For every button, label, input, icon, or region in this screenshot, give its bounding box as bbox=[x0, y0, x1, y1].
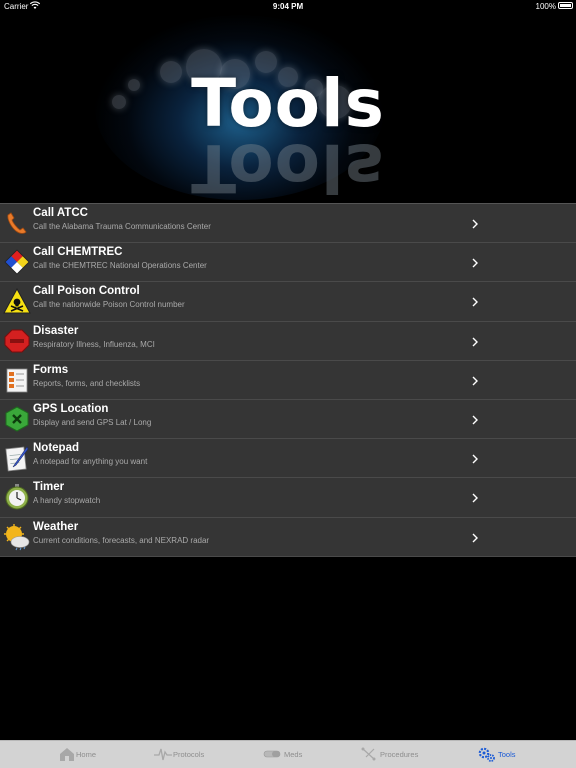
home-icon bbox=[60, 748, 74, 761]
list-item-call-atcc[interactable]: Call ATCC Call the Alabama Trauma Commun… bbox=[0, 204, 576, 244]
list-item-title: Call Poison Control bbox=[33, 285, 140, 298]
list-item-title: Weather bbox=[33, 520, 79, 533]
pill-icon bbox=[263, 750, 281, 758]
chevron-right-icon bbox=[472, 493, 478, 503]
list-item-subtitle: A notepad for anything you want bbox=[33, 457, 148, 467]
chevron-right-icon bbox=[472, 297, 478, 307]
tab-bar: Home Protocols Meds Procedures Tools bbox=[0, 740, 576, 768]
weather-icon bbox=[4, 523, 30, 550]
forms-icon bbox=[6, 368, 28, 393]
list-item-subtitle: Reports, forms, and checklists bbox=[33, 378, 141, 388]
tab-label: Tools bbox=[498, 750, 516, 759]
stopwatch-icon bbox=[5, 484, 29, 510]
list-item-disaster[interactable]: Disaster Respiratory Illness, Influenza,… bbox=[0, 321, 576, 361]
list-item-subtitle: Call the CHEMTREC National Operations Ce… bbox=[33, 261, 207, 271]
list-item-subtitle: Display and send GPS Lat / Long bbox=[33, 417, 152, 427]
battery-icon bbox=[558, 2, 573, 9]
tab-label: Home bbox=[76, 750, 97, 759]
list-item-gps-location[interactable]: GPS Location Display and send GPS Lat / … bbox=[0, 399, 576, 440]
list-item-subtitle: Call the nationwide Poison Control numbe… bbox=[33, 300, 185, 310]
tab-meds[interactable]: Meds bbox=[258, 741, 373, 768]
phone-icon bbox=[7, 212, 27, 234]
list-item-title: Notepad bbox=[33, 442, 79, 455]
tools-header-banner: Tools Tools bbox=[0, 13, 576, 203]
chevron-right-icon bbox=[472, 376, 478, 386]
tab-procedures[interactable]: Procedures bbox=[358, 741, 473, 768]
list-item-weather[interactable]: Weather Current conditions, forecasts, a… bbox=[0, 517, 576, 557]
poison-warning-icon bbox=[3, 288, 31, 314]
ekg-icon bbox=[154, 748, 172, 761]
chevron-right-icon bbox=[472, 258, 478, 268]
list-item-subtitle: Call the Alabama Trauma Communications C… bbox=[33, 222, 211, 231]
gear-icon bbox=[478, 747, 495, 762]
list-item-title: Call ATCC bbox=[33, 207, 88, 219]
list-item-title: Timer bbox=[33, 481, 65, 494]
tab-label: Protocols bbox=[173, 750, 205, 759]
list-item-call-poison-control[interactable]: Call Poison Control Call the nationwide … bbox=[0, 282, 576, 322]
chevron-right-icon bbox=[472, 337, 478, 347]
page-title-reflection: Tools bbox=[191, 129, 385, 203]
list-item-notepad[interactable]: Notepad A notepad for anything you want bbox=[0, 439, 576, 479]
procedures-icon bbox=[361, 747, 376, 761]
chevron-right-icon bbox=[472, 454, 478, 464]
list-item-title: Forms bbox=[33, 363, 69, 376]
chevron-right-icon bbox=[472, 219, 478, 229]
tab-protocols[interactable]: Protocols bbox=[148, 741, 263, 768]
notepad-icon bbox=[5, 446, 29, 472]
disaster-icon bbox=[4, 329, 30, 353]
chevron-right-icon bbox=[472, 533, 478, 542]
tab-label: Procedures bbox=[380, 750, 419, 759]
tab-tools[interactable]: Tools bbox=[476, 741, 576, 768]
status-time: 9:04 PM bbox=[272, 2, 304, 11]
list-item-subtitle: Respiratory Illness, Influenza, MCI bbox=[33, 339, 155, 349]
list-item-title: GPS Location bbox=[33, 402, 109, 415]
tab-label: Meds bbox=[284, 750, 303, 759]
list-item-call-chemtrec[interactable]: Call CHEMTREC Call the CHEMTREC National… bbox=[0, 243, 576, 283]
list-item-subtitle: A handy stopwatch bbox=[33, 496, 101, 506]
gps-icon bbox=[5, 406, 29, 432]
list-item-subtitle: Current conditions, forecasts, and NEXRA… bbox=[33, 535, 210, 545]
battery-percentage: 100% bbox=[535, 2, 556, 11]
list-item-title: Disaster bbox=[33, 324, 79, 337]
chevron-right-icon bbox=[472, 415, 478, 425]
list-item-forms[interactable]: Forms Reports, forms, and checklists bbox=[0, 360, 576, 400]
list-item-timer[interactable]: Timer A handy stopwatch bbox=[0, 478, 576, 518]
status-bar: Carrier 9:04 PM 100% bbox=[0, 0, 576, 13]
tools-list: Call ATCC Call the Alabama Trauma Commun… bbox=[0, 203, 576, 557]
list-item-title: Call CHEMTREC bbox=[33, 246, 123, 259]
hazmat-diamond-icon bbox=[4, 249, 30, 275]
